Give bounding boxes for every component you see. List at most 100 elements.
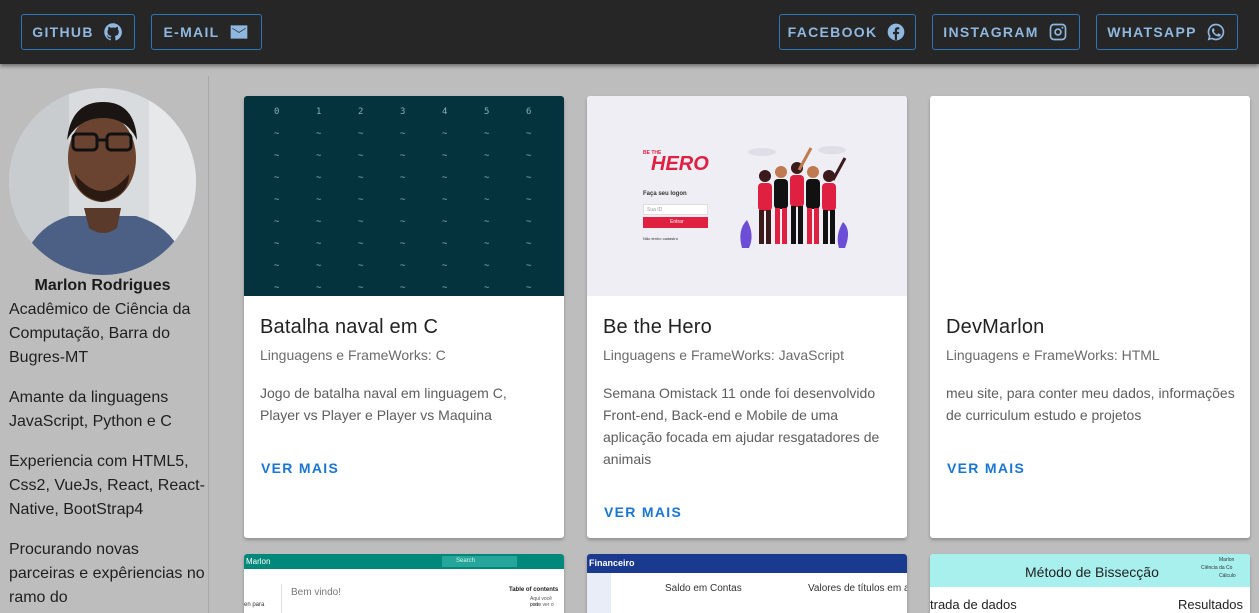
email-button[interactable]: E-MAIL: [151, 14, 262, 50]
grid-cell: ~: [400, 195, 406, 205]
grid-column-label: 2: [358, 107, 364, 117]
see-more-button[interactable]: VER MAIS: [261, 460, 339, 476]
grid-cell: ~: [274, 239, 280, 249]
preview-appbar-title: Financeiro: [589, 558, 635, 568]
bio-paragraph: Amante da linguagens JavaScript, Python …: [9, 389, 172, 430]
grid-cell: ~: [400, 239, 406, 249]
grid-cell: ~: [316, 283, 322, 293]
whatsapp-button-label: WHATSAPP: [1107, 24, 1197, 40]
hero-preview: BE THE HERO Faça seu logon Sua ID Entrar…: [587, 96, 907, 296]
grid-cell: ~: [358, 239, 364, 249]
github-button[interactable]: GITHUB: [21, 14, 135, 50]
grid-cell: ~: [274, 195, 280, 205]
grid-cell: ~: [442, 283, 448, 293]
grid-cell: ~: [316, 239, 322, 249]
grid-cell: ~: [526, 239, 532, 249]
hero-login-title: Faça seu logon: [643, 191, 687, 197]
grid-cell: ~: [274, 151, 280, 161]
hero-id-input: Sua ID: [643, 204, 708, 215]
mail-icon: [228, 21, 250, 43]
grid-cell: ~: [316, 195, 322, 205]
grid-cell: ~: [526, 217, 532, 227]
hero-login-button-label: Entrar: [670, 219, 684, 225]
grid-cell: ~: [484, 195, 490, 205]
grid-column-label: 0: [274, 107, 280, 117]
card-title: Be the Hero: [603, 316, 712, 338]
grid-cell: ~: [400, 217, 406, 227]
instagram-button[interactable]: INSTAGRAM: [932, 14, 1080, 50]
grid-cell: ~: [274, 173, 280, 183]
grid-cell: ~: [526, 151, 532, 161]
facebook-button[interactable]: FACEBOOK: [779, 14, 916, 50]
grid-cell: ~: [442, 261, 448, 271]
card-subtitle: Linguagens e FrameWorks: HTML: [946, 347, 1160, 363]
avatar: [9, 88, 196, 275]
grid-column-label: 4: [442, 107, 448, 117]
preview-sidebar: [587, 573, 611, 613]
bio-paragraph: Procurando novas parceiras e expêriencia…: [9, 541, 205, 606]
card-description: Semana Omistack 11 onde foi desenvolvido…: [603, 385, 880, 467]
grid-column-label: 1: [316, 107, 322, 117]
grid-column-label: 6: [526, 107, 532, 117]
grid-cell: ~: [274, 261, 280, 271]
grid-cell: ~: [526, 261, 532, 271]
github-icon: [102, 21, 124, 43]
email-button-label: E-MAIL: [163, 24, 220, 40]
battleship-preview: 0 1 2 3 4 5 6 ~ ~ ~ ~ ~ ~ ~ ~ ~ ~ ~ ~ ~ ~ ~ ~ ~ ~ ~ ~ ~ ~ ~ ~ ~ ~ ~ ~ ~ ~ ~ ~ ~…: [244, 96, 564, 296]
bio-paragraph: Experiencia com HTML5, Css2, VueJs, Reac…: [9, 453, 205, 518]
whatsapp-icon: [1205, 21, 1227, 43]
grid-cell: ~: [400, 129, 406, 139]
preview-corner-text: Ciência da Co: [1201, 565, 1233, 571]
card-subtitle: Linguagens e FrameWorks: C: [260, 347, 446, 363]
grid-cell: ~: [484, 151, 490, 161]
preview-col-title: Valores de títulos em abe: [808, 583, 907, 594]
grid-cell: ~: [400, 261, 406, 271]
grid-cell: ~: [442, 151, 448, 161]
hero-register-link: Não tenho cadastro: [643, 236, 678, 241]
grid-cell: ~: [442, 217, 448, 227]
see-more-button[interactable]: VER MAIS: [947, 460, 1025, 476]
grid-cell: ~: [316, 261, 322, 271]
preview-corner-text: Cálculo: [1219, 573, 1236, 579]
grid-cell: ~: [358, 261, 364, 271]
project-card: 0 1 2 3 4 5 6 ~ ~ ~ ~ ~ ~ ~ ~ ~ ~ ~ ~ ~ ~ ~ ~ ~ ~ ~ ~ ~ ~ ~ ~ ~ ~ ~ ~ ~ ~ ~ ~ ~…: [244, 96, 564, 538]
grid-cell: ~: [358, 129, 364, 139]
grid-cell: ~: [484, 129, 490, 139]
grid-cell: ~: [400, 283, 406, 293]
project-card: Marlon Search en para Bem vindo! Table o…: [244, 554, 564, 613]
see-more-button[interactable]: VER MAIS: [604, 504, 682, 520]
preview-right-label: Resultados: [1178, 597, 1244, 612]
grid-cell: ~: [358, 283, 364, 293]
grid-cell: ~: [274, 283, 280, 293]
grid-cell: ~: [526, 195, 532, 205]
bio-paragraph: Acadêmico de Ciência da Computação, Barr…: [9, 301, 191, 366]
project-card: DevMarlon Linguagens e FrameWorks: HTML …: [930, 96, 1250, 538]
hero-login-button: Entrar: [643, 217, 708, 228]
grid-cell: ~: [442, 239, 448, 249]
grid-cell: ~: [526, 173, 532, 183]
heroes-illustration: [740, 146, 849, 248]
grid-cell: ~: [274, 129, 280, 139]
card-description: meu site, para conter meu dados, informa…: [946, 385, 1235, 423]
grid-cell: ~: [484, 173, 490, 183]
grid-cell: ~: [316, 217, 322, 227]
preview-col-title: Saldo em Contas: [665, 583, 742, 594]
profile-name: Marlon Rodrigues: [34, 277, 171, 294]
grid-cell: ~: [358, 151, 364, 161]
grid-cell: ~: [274, 217, 280, 227]
preview-divider: [281, 584, 282, 613]
whatsapp-button[interactable]: WHATSAPP: [1096, 14, 1238, 50]
preview-welcome: Bem vindo!: [291, 587, 342, 598]
project-card: BE THE HERO Faça seu logon Sua ID Entrar…: [587, 96, 907, 538]
top-navbar: GITHUB E-MAIL FACEBOOK INSTAGRAM WHATSAP…: [0, 0, 1259, 64]
instagram-button-label: INSTAGRAM: [943, 24, 1039, 40]
grid-cell: ~: [442, 173, 448, 183]
card-title: Batalha naval em C: [260, 316, 439, 338]
grid-cell: ~: [484, 283, 490, 293]
facebook-button-label: FACEBOOK: [787, 24, 878, 40]
grid-cell: ~: [442, 129, 448, 139]
grid-cell: ~: [358, 217, 364, 227]
grid-cell: ~: [316, 173, 322, 183]
preview-toc-title: Table of contents: [509, 587, 559, 593]
card-title: DevMarlon: [946, 316, 1045, 338]
